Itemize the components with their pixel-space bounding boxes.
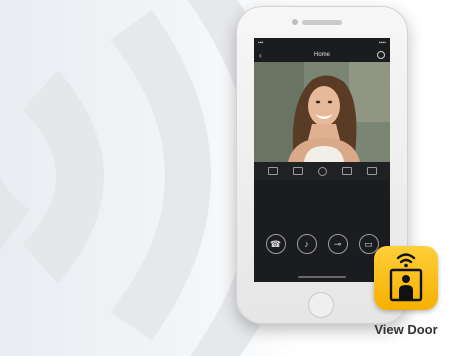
- mic-icon: ♪: [304, 239, 309, 249]
- status-time: ▪▪▪: [258, 40, 264, 46]
- status-icons: ▪▪▪▪: [378, 40, 386, 46]
- settings-icon[interactable]: [377, 51, 385, 59]
- unlock-button[interactable]: ⊸: [327, 234, 348, 254]
- back-icon[interactable]: ‹: [259, 51, 262, 60]
- intercom-video-icon: [389, 253, 423, 302]
- earpiece-speaker: [302, 20, 342, 25]
- app-label: View Door: [374, 322, 438, 337]
- record-icon[interactable]: [317, 166, 327, 176]
- mic-button[interactable]: ♪: [296, 234, 317, 254]
- view-door-app-icon[interactable]: [374, 246, 438, 310]
- fullscreen-icon[interactable]: [366, 167, 377, 175]
- home-indicator: [298, 276, 346, 278]
- home-button[interactable]: [308, 292, 334, 318]
- call-button[interactable]: ☎: [265, 234, 286, 254]
- snapshot-icon[interactable]: [292, 167, 303, 175]
- video-controls: [254, 162, 390, 180]
- mute-icon[interactable]: [267, 167, 278, 175]
- call-icon: ☎: [269, 238, 282, 249]
- gallery-icon: ▭: [364, 238, 373, 249]
- unlock-icon: ⊸: [333, 238, 342, 249]
- status-bar: ▪▪▪ ▪▪▪▪: [254, 38, 390, 48]
- camera-switch-icon[interactable]: [341, 167, 352, 175]
- call-actions: ☎ ♪ ⊸ ▭: [254, 234, 390, 254]
- phone-screen: ▪▪▪ ▪▪▪▪ ‹ Home ☎ ♪ ⊸ ▭: [254, 38, 390, 282]
- nav-title: Home: [313, 52, 330, 58]
- front-camera: [292, 19, 298, 25]
- video-feed[interactable]: [254, 62, 390, 162]
- nav-bar: ‹ Home: [254, 48, 390, 62]
- visitor-image: [254, 62, 390, 162]
